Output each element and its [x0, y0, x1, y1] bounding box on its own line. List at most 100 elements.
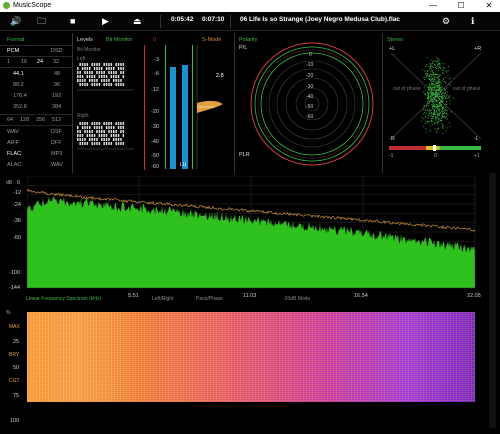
format-dsf: DSF [51, 129, 62, 135]
x-tick: 11.03 [243, 293, 257, 299]
spectrum-plot [27, 176, 476, 289]
spectrum-panel: dB 0 -12 -24 -36 -60 -100 -144 Linear Fr… [0, 176, 488, 304]
format-rate-44: 44.1 [13, 71, 24, 77]
polarity-ring-label: -50 [306, 104, 314, 110]
scale-tick: -20 [151, 109, 159, 115]
stereo-plus-l: +L [389, 46, 396, 52]
bit-right-label: Right [77, 113, 89, 119]
pans-phase-option[interactable]: Pans/Phase [196, 296, 223, 302]
gear-icon[interactable]: ⚙ [442, 15, 450, 27]
lu-label: LU [180, 162, 187, 168]
spectrogram-tick: 100 [10, 418, 20, 424]
level-clip-indicator: 0 [153, 37, 157, 43]
scale-tick: -3 [154, 57, 159, 63]
format-dsd: DSD [51, 48, 63, 54]
levels-title: Levels [77, 37, 93, 43]
y-tick: -144 [9, 285, 21, 291]
eject-icon[interactable]: ⏏ [133, 15, 142, 27]
format-dsd-64: 64 [7, 117, 14, 123]
stop-icon[interactable]: ■ [70, 15, 75, 27]
format-rate-88: 88.2 [13, 82, 24, 88]
format-bit-16: 16 [21, 59, 28, 65]
minus-20db-option[interactable]: -20dB Mode [283, 296, 310, 302]
format-dsd-256: 256 [36, 117, 46, 123]
y-tick: -100 [9, 270, 21, 276]
format-flac: FLAC [7, 151, 22, 157]
x-tick: 5.51 [128, 293, 139, 299]
y-tick: -36 [13, 218, 21, 224]
spectrum-mode-label[interactable]: Linear Frequency Spectrum (kHz) [26, 296, 101, 302]
format-bit-1: 1 [7, 59, 11, 65]
folder-icon[interactable]: 🗀 [37, 15, 46, 27]
format-rate-96: 96 [54, 82, 61, 88]
spectrogram-tick: 75 [13, 393, 20, 399]
play-icon[interactable]: ▶ [102, 15, 109, 27]
spectrogram-panel: % MAX 25 BRY 50 CGT 75 100 [0, 306, 488, 430]
bit-monitor-title: Bit Monitor [106, 37, 133, 43]
minimize-button[interactable]: — [423, 1, 443, 11]
scale-tick: -6 [154, 71, 159, 77]
speaker-icon[interactable]: 🔊 [10, 15, 21, 27]
format-dff: DFF [51, 140, 62, 146]
info-icon[interactable]: ℹ [471, 15, 474, 27]
format-bit-32: 32 [53, 59, 60, 65]
spectrogram-tick: 25 [13, 339, 20, 345]
format-pcm: PCM [7, 48, 20, 54]
y-tick: -24 [13, 202, 21, 208]
track-name: 06 Life Is so Strange (Joey Negro Medusa… [240, 16, 401, 23]
format-rate-176: 176.4 [13, 93, 27, 99]
format-rate-384: 384 [52, 104, 62, 110]
close-button[interactable]: ✕ [479, 1, 499, 11]
stereo-title: Stereo [387, 37, 404, 43]
level-meter-right [182, 64, 188, 169]
y-tick: -60 [13, 235, 21, 241]
spectrogram-tick: BRY [9, 352, 20, 358]
format-panel: Format PCM DSD 1 16 24 32 44.1 48 88.2 9… [0, 33, 73, 173]
title-bar: MusicScope — ☐ ✕ [0, 0, 500, 12]
correlation-max: +1 [474, 153, 480, 159]
polarity-panel: Polarity P/L PLR 0 -10 -20 -30 -40 -50 -… [235, 33, 383, 173]
peak-value: 2.8 [216, 73, 224, 79]
format-mp3: MP3 [51, 151, 63, 157]
bit-monitor-sub: Bit Monitor [77, 47, 101, 53]
format-wav2: WAV [51, 162, 63, 168]
format-wav: WAV [7, 129, 19, 135]
spectrogram-tick: 50 [13, 365, 20, 371]
format-rate-48: 48 [54, 71, 61, 77]
right-scrollbar[interactable] [489, 173, 496, 428]
current-time: 0:05:42 [171, 16, 194, 23]
app-icon [3, 2, 10, 9]
format-dsd-128: 128 [20, 117, 30, 123]
maximize-button[interactable]: ☐ [451, 1, 471, 11]
format-rate-192: 192 [52, 93, 62, 99]
polarity-pl-label: P/L [239, 45, 248, 51]
polarity-ring-label: -40 [306, 94, 314, 100]
format-bit-24: 24 [37, 59, 44, 65]
bit-left-label: Left [77, 56, 86, 62]
correlation-min: -1 [389, 153, 394, 159]
left-right-option[interactable]: Left/Right [152, 296, 173, 302]
toolbar: 🔊 🗀 ■ ▶ ⏏ 0:05:42 0:07:10 06 Life Is so … [0, 12, 500, 31]
correlation-mid: 0 [434, 153, 437, 159]
format-dsd-512: 512 [52, 117, 62, 123]
x-tick: 16.54 [354, 293, 368, 299]
format-rate-352: 352.8 [13, 104, 27, 110]
db-axis-label: dB [6, 180, 13, 186]
polarity-ring-label: -30 [306, 84, 314, 90]
y-tick: -12 [13, 190, 21, 196]
correlation-indicator [433, 145, 436, 151]
window-title: MusicScope [13, 2, 52, 9]
polarity-ring-label: -60 [306, 114, 314, 120]
stereo-vectorscope [391, 53, 481, 139]
scale-tick: -50 [151, 153, 159, 159]
y-tick: 0 [17, 180, 21, 186]
bit-monitor-left [77, 63, 134, 93]
spectrogram-tick: MAX [9, 324, 20, 330]
format-alac: ALAC [7, 162, 22, 168]
s-mode-histogram [196, 45, 223, 169]
level-meter-left [170, 67, 176, 169]
polarity-ring-label: -20 [306, 73, 314, 79]
spectrogram-image [27, 312, 475, 402]
scale-tick: -40 [151, 139, 159, 145]
spectrogram-tick: CGT [9, 378, 20, 384]
